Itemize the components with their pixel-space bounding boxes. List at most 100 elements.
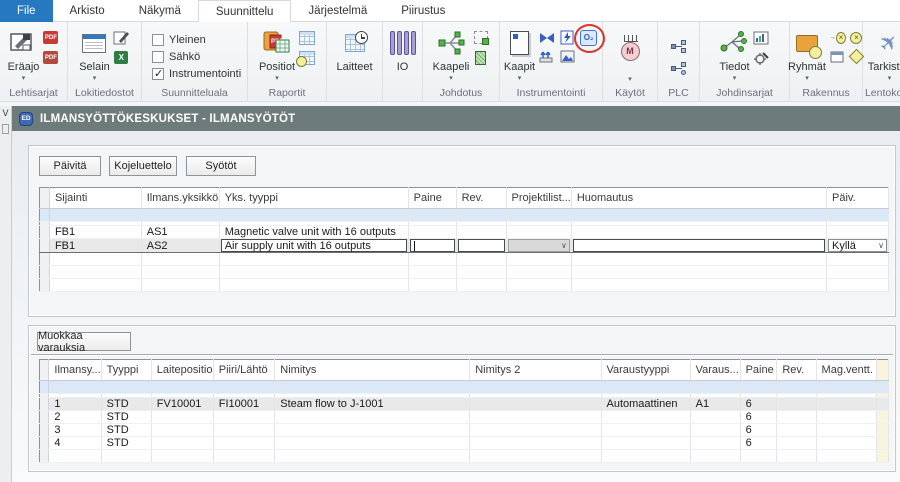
empty-cell[interactable] — [408, 279, 456, 292]
empty-cell[interactable] — [506, 279, 571, 292]
cell-paine[interactable]: 6 — [740, 398, 777, 411]
empty-cell[interactable] — [506, 266, 571, 279]
empty-cell[interactable] — [506, 253, 571, 266]
pdf-export-icon[interactable]: PDF — [42, 30, 59, 45]
empty-cell[interactable] — [49, 253, 141, 266]
tab-jarjestelma[interactable]: Järjestelmä — [291, 0, 384, 22]
cell-projektilista[interactable]: ∨ — [506, 239, 571, 253]
report-table-settings-icon[interactable] — [298, 50, 315, 65]
empty-cell[interactable] — [219, 253, 408, 266]
empty-cell[interactable] — [827, 279, 889, 292]
empty-cell[interactable] — [816, 424, 877, 437]
empty-cell[interactable] — [49, 266, 141, 279]
positiot-button[interactable]: PDF Positiot ▾ — [259, 27, 295, 82]
cell-paine[interactable] — [408, 226, 456, 239]
kaytot-button[interactable]: M ▾ — [615, 27, 645, 83]
tiedot-button[interactable]: Tiedot ▾ — [719, 27, 749, 82]
cell-yksikko[interactable]: AS2 — [141, 239, 219, 253]
empty-cell[interactable] — [777, 437, 816, 450]
empty-cell[interactable] — [213, 450, 275, 463]
empty-cell[interactable] — [777, 411, 816, 424]
empty-cell[interactable] — [275, 411, 470, 424]
row-selector[interactable] — [40, 450, 49, 463]
cell-num[interactable]: 4 — [49, 437, 101, 450]
empty-cell[interactable] — [141, 266, 219, 279]
checkbox-sahko[interactable]: Sähkö — [152, 49, 200, 66]
cell-piiri[interactable]: FI10001 — [213, 398, 275, 411]
empty-cell[interactable] — [456, 253, 506, 266]
oxygen-icon[interactable]: O₂ — [580, 30, 597, 45]
cell-num[interactable]: 1 — [49, 398, 101, 411]
valve-icon[interactable] — [538, 30, 555, 45]
gear-edit-icon[interactable] — [753, 50, 770, 65]
empty-cell[interactable] — [571, 253, 826, 266]
row-selector[interactable] — [40, 239, 50, 253]
tyyppi-edit-box[interactable]: Air supply unit with 16 outputs — [221, 239, 407, 252]
empty-cell[interactable] — [213, 437, 275, 450]
cell-laitepositio[interactable]: FV10001 — [151, 398, 213, 411]
cell-rev[interactable] — [777, 398, 816, 411]
empty-cell[interactable] — [219, 266, 408, 279]
huomautus-input[interactable] — [573, 239, 825, 252]
empty-cell[interactable] — [777, 450, 816, 463]
chart-window-icon[interactable] — [753, 30, 770, 45]
kaapit-button[interactable]: Kaapit ▾ — [504, 27, 535, 82]
syotot-button[interactable]: Syötöt — [186, 156, 256, 176]
paine-input[interactable] — [410, 239, 455, 252]
selain-button[interactable]: Selain ▾ — [79, 27, 110, 82]
cell-paiv[interactable] — [827, 226, 889, 239]
empty-cell[interactable] — [275, 437, 470, 450]
muokkaa-varauksia-button[interactable]: Muokkaa varauksia — [37, 332, 131, 351]
edit-log-icon[interactable] — [113, 30, 130, 45]
kojeluettelo-button[interactable]: Kojeluettelo — [109, 156, 177, 176]
row-selector[interactable] — [40, 437, 49, 450]
cell-yksikko[interactable]: AS1 — [141, 226, 219, 239]
empty-cell[interactable] — [49, 450, 101, 463]
laitteet-button[interactable]: Laitteet — [336, 27, 372, 73]
empty-cell[interactable] — [151, 411, 213, 424]
cell-tyyppi[interactable]: STD — [101, 411, 151, 424]
empty-cell[interactable] — [49, 279, 141, 292]
cell-tyyppi[interactable]: STD — [101, 424, 151, 437]
empty-cell[interactable] — [690, 450, 740, 463]
cell-paine[interactable]: 6 — [740, 424, 777, 437]
empty-cell[interactable] — [151, 424, 213, 437]
tab-piirustus[interactable]: Piirustus — [384, 0, 462, 22]
empty-cell[interactable] — [213, 424, 275, 437]
cable-bundle-icon[interactable] — [472, 50, 489, 65]
collapsed-panel-tab[interactable]: V — [0, 106, 11, 118]
rev-input[interactable] — [458, 239, 505, 252]
plc-settings-icon[interactable] — [670, 61, 687, 76]
cell-paiv[interactable]: Kyllä∨ — [827, 239, 889, 253]
row-selector[interactable] — [40, 424, 49, 437]
projektilista-dropdown[interactable]: ∨ — [508, 239, 570, 252]
tab-suunnittelu[interactable]: Suunnittelu — [198, 0, 292, 23]
report-table-icon[interactable] — [298, 30, 315, 45]
cable-select-icon[interactable] — [472, 30, 489, 45]
cell-num[interactable]: 2 — [49, 411, 101, 424]
empty-cell[interactable] — [151, 450, 213, 463]
cell-paine[interactable]: 6 — [740, 411, 777, 424]
image-export-icon[interactable] — [559, 49, 576, 64]
empty-cell[interactable] — [470, 424, 601, 437]
empty-cell[interactable] — [827, 253, 889, 266]
cell-nimitys2[interactable] — [470, 398, 601, 411]
row-selector[interactable] — [40, 253, 50, 266]
empty-cell[interactable] — [408, 266, 456, 279]
kaapeli-button[interactable]: Kaapeli ▾ — [433, 27, 470, 82]
empty-cell[interactable] — [141, 279, 219, 292]
empty-cell[interactable] — [275, 450, 470, 463]
row-selector[interactable] — [40, 279, 50, 292]
ryhmat-button[interactable]: Ryhmät ▾ — [788, 27, 826, 82]
empty-cell[interactable] — [456, 266, 506, 279]
io-button[interactable]: IO — [388, 27, 418, 73]
empty-cell[interactable] — [601, 450, 690, 463]
empty-cell[interactable] — [571, 266, 826, 279]
empty-cell[interactable] — [151, 437, 213, 450]
cell-paine[interactable]: 6 — [740, 437, 777, 450]
checkbox-yleinen[interactable]: Yleinen — [152, 32, 206, 49]
eraajo-button[interactable]: Eräajo ▾ — [8, 27, 40, 82]
row-selector[interactable] — [40, 411, 49, 424]
empty-cell[interactable] — [470, 437, 601, 450]
empty-cell[interactable] — [827, 266, 889, 279]
